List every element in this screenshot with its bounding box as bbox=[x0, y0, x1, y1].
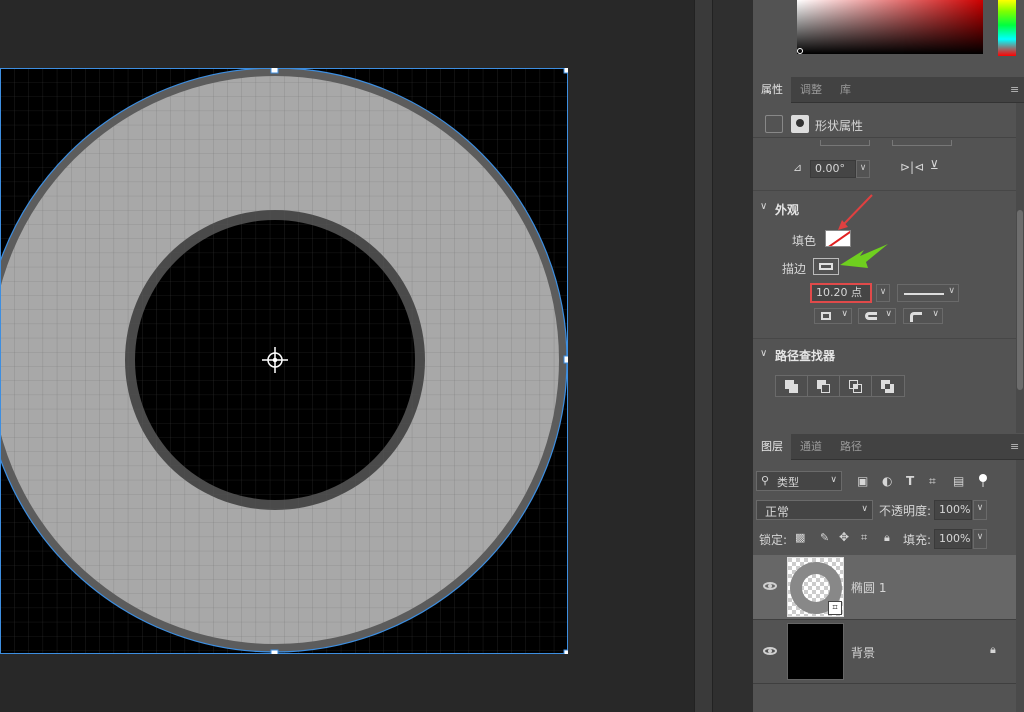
stroke-align-dropdown[interactable]: ∨ bbox=[814, 308, 852, 324]
shape-properties-header: 形状属性 bbox=[753, 110, 1024, 138]
live-shape-icon[interactable] bbox=[765, 115, 783, 133]
properties-scroll-thumb[interactable] bbox=[1017, 210, 1023, 390]
divider bbox=[753, 338, 1016, 339]
layer-thumbnail: ⌗ bbox=[787, 557, 844, 617]
fill-opacity-dropdown[interactable]: ∨ bbox=[973, 529, 987, 549]
lock-image-icon[interactable]: ✎ bbox=[820, 531, 829, 544]
angle-input[interactable]: 0.00° bbox=[810, 160, 856, 178]
chevron-down-icon: ∨ bbox=[830, 475, 837, 485]
mask-icon[interactable] bbox=[791, 115, 809, 133]
properties-tabbar: 属性 调整 库 ≡ bbox=[753, 77, 1024, 103]
field-fragment bbox=[820, 140, 870, 146]
shape-layer-icon: ⌗ bbox=[828, 601, 842, 615]
filter-shape-icon[interactable]: ⌗ bbox=[929, 474, 936, 489]
search-icon: ⚲ bbox=[761, 474, 770, 487]
lock-all-icon[interactable]: 🔒︎ bbox=[884, 531, 890, 545]
layers-scrollbar[interactable] bbox=[1016, 460, 1024, 712]
handle-top[interactable] bbox=[270, 68, 279, 74]
combine-shapes-icon[interactable] bbox=[776, 376, 808, 396]
flip-horizontal-icon[interactable]: ⊳|⊲ bbox=[900, 160, 924, 174]
layer-filter-label: 类型 bbox=[777, 476, 799, 489]
exclude-overlap-icon[interactable] bbox=[872, 376, 904, 396]
document-canvas[interactable] bbox=[0, 68, 568, 654]
lock-position-icon[interactable]: ✥ bbox=[839, 530, 849, 544]
opacity-label: 不透明度: bbox=[879, 504, 932, 518]
visibility-eye-icon[interactable] bbox=[763, 582, 777, 590]
lock-label: 锁定: bbox=[759, 533, 788, 547]
blend-mode-value: 正常 bbox=[765, 505, 790, 519]
handle-bottom[interactable] bbox=[270, 649, 279, 654]
lock-icon: 🔒︎ bbox=[990, 643, 996, 656]
tab-properties[interactable]: 属性 bbox=[753, 77, 791, 103]
annotation-arrows bbox=[838, 194, 888, 268]
panel-menu-icon[interactable]: ≡ bbox=[1010, 83, 1020, 96]
stroke-label: 描边 bbox=[782, 262, 807, 276]
flip-vertical-icon[interactable]: ⊻ bbox=[930, 158, 939, 172]
filter-adjustment-icon[interactable]: ◐ bbox=[882, 474, 892, 488]
subtract-front-shape-icon[interactable] bbox=[808, 376, 840, 396]
layer-filter-dropdown[interactable]: ⚲ 类型 ∨ bbox=[756, 471, 842, 491]
filter-smart-object-icon[interactable]: ▤ bbox=[953, 474, 964, 488]
panel-collapsed-strip bbox=[694, 0, 712, 712]
canvas-area[interactable] bbox=[0, 0, 694, 712]
stroke-style-dropdown[interactable]: ∨ bbox=[897, 284, 959, 302]
stroke-width-dropdown[interactable]: ∨ bbox=[876, 284, 890, 302]
filter-pixel-icon[interactable]: ▣ bbox=[857, 474, 868, 488]
layer-row[interactable]: ⌗ 椭圆 1 bbox=[753, 555, 1016, 619]
hue-slider[interactable] bbox=[998, 0, 1016, 56]
handle-bottom-right[interactable] bbox=[563, 649, 568, 654]
handle-top-right[interactable] bbox=[563, 68, 568, 74]
color-field[interactable] bbox=[797, 0, 983, 54]
tab-libraries[interactable]: 库 bbox=[832, 77, 859, 103]
field-fragment-2 bbox=[892, 140, 952, 146]
layer-thumbnail bbox=[787, 623, 844, 680]
filter-type-icon[interactable]: T bbox=[906, 474, 914, 488]
opacity-dropdown[interactable]: ∨ bbox=[973, 500, 987, 520]
blend-mode-dropdown[interactable]: 正常 ∨ bbox=[756, 500, 873, 520]
lock-artboard-icon[interactable]: ⌗ bbox=[861, 531, 867, 545]
fill-label: 填色 bbox=[792, 234, 817, 248]
layer-name[interactable]: 背景 bbox=[851, 644, 875, 661]
pathfinder-buttons bbox=[775, 375, 905, 397]
tab-layers[interactable]: 图层 bbox=[753, 434, 791, 460]
fill-opacity-label: 填充: bbox=[903, 533, 932, 547]
filter-toggle-icon[interactable] bbox=[979, 474, 987, 487]
divider bbox=[753, 683, 1016, 684]
panel-icon-strip bbox=[712, 0, 753, 712]
angle-dropdown[interactable]: ∨ bbox=[856, 160, 870, 178]
tab-channels[interactable]: 通道 bbox=[792, 434, 830, 460]
tab-paths[interactable]: 路径 bbox=[832, 434, 870, 460]
lock-transparent-icon[interactable]: ▩ bbox=[795, 531, 805, 544]
fill-opacity-input[interactable]: 100% bbox=[934, 529, 972, 549]
color-picker-marker[interactable] bbox=[797, 48, 803, 54]
layers-tabbar: 图层 通道 路径 ≡ bbox=[753, 434, 1024, 460]
pixel-canvas bbox=[0, 68, 568, 654]
chevron-down-icon[interactable]: ∨ bbox=[760, 348, 767, 359]
appearance-section-title: 外观 bbox=[775, 203, 800, 217]
pathfinder-section-title: 路径查找器 bbox=[775, 349, 836, 363]
layer-row[interactable]: 背景 🔒︎ bbox=[753, 620, 1016, 684]
chevron-down-icon[interactable]: ∨ bbox=[760, 201, 767, 212]
tab-adjustments[interactable]: 调整 bbox=[792, 77, 830, 103]
opacity-input[interactable]: 100% bbox=[934, 500, 972, 520]
shape-properties-title: 形状属性 bbox=[815, 119, 864, 133]
stroke-width-input[interactable]: 10.20 点 bbox=[810, 283, 872, 303]
intersect-shapes-icon[interactable] bbox=[840, 376, 872, 396]
chevron-down-icon: ∨ bbox=[861, 504, 868, 514]
handle-right[interactable] bbox=[563, 355, 568, 364]
angle-icon: ⊿ bbox=[793, 161, 803, 174]
stroke-cap-dropdown[interactable]: ∨ bbox=[858, 308, 896, 324]
stroke-join-dropdown[interactable]: ∨ bbox=[903, 308, 943, 324]
layer-name[interactable]: 椭圆 1 bbox=[851, 579, 886, 596]
visibility-eye-icon[interactable] bbox=[763, 647, 777, 655]
panel-menu-icon[interactable]: ≡ bbox=[1010, 440, 1020, 453]
